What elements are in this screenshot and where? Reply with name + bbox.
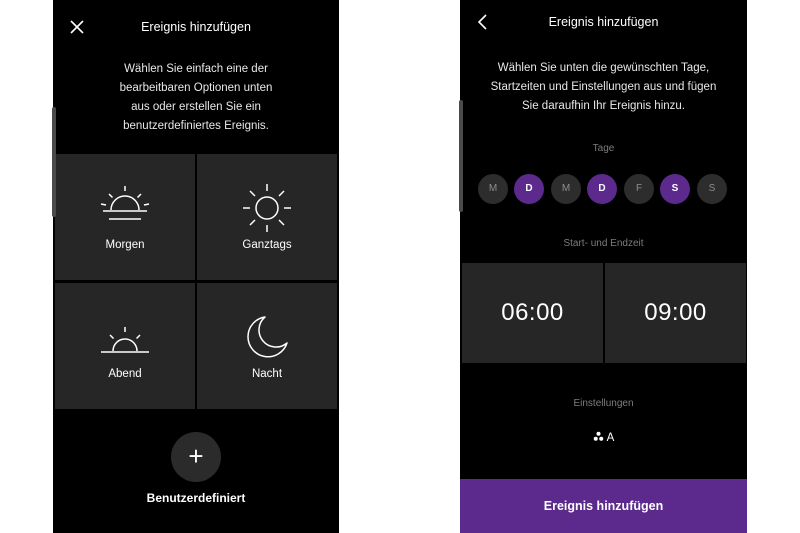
right-screen: Ereignis hinzufügen Wählen Sie unten die… — [460, 0, 747, 533]
fan-setting-value: A — [606, 432, 615, 444]
tile-label: Ganztags — [242, 239, 292, 251]
start-time-value: 06:00 — [501, 299, 564, 326]
moon-icon — [247, 316, 288, 358]
tile-label: Morgen — [105, 239, 145, 251]
plus-icon: + — [188, 441, 204, 471]
scroll-handle — [52, 107, 56, 217]
tile-label: Nacht — [251, 368, 283, 380]
intro-line: Wählen Sie einfach eine der — [124, 63, 268, 75]
intro-line: Wählen Sie unten die gewünschten Tage, — [497, 62, 710, 74]
intro-text: Wählen Sie unten die gewünschten Tage, S… — [460, 59, 747, 116]
days-label: Tage — [592, 143, 615, 154]
day-toggle-mon[interactable]: M — [478, 174, 508, 204]
intro-line: benutzerdefiniertes Ereignis. — [123, 120, 269, 132]
end-time-picker[interactable]: 09:00 — [605, 263, 746, 363]
intro-line: Sie daraufhin Ihr Ereignis hinzu. — [521, 100, 685, 112]
time-section-label: Start- und Endzeit — [563, 238, 644, 249]
tile-abend[interactable]: Abend — [55, 283, 195, 409]
day-toggle-tue[interactable]: D — [514, 174, 544, 204]
add-event-button-label: Ereignis hinzufügen — [543, 499, 664, 513]
intro-line: Startzeiten und Einstellungen aus und fü… — [490, 81, 717, 93]
add-custom-button[interactable]: + — [171, 432, 221, 482]
day-toggle-sun[interactable]: S — [697, 174, 727, 204]
page-title: Ereignis hinzufügen — [141, 20, 251, 34]
fan-setting[interactable]: A — [460, 431, 747, 444]
intro-text: Wählen Sie einfach eine der bearbeitbare… — [53, 60, 339, 136]
tile-morgen[interactable]: Morgen — [55, 154, 195, 280]
day-toggle-wed[interactable]: M — [551, 174, 581, 204]
start-time-picker[interactable]: 06:00 — [462, 263, 603, 363]
tile-ganztags[interactable]: Ganztags — [197, 154, 337, 280]
day-toggle-thu[interactable]: D — [587, 174, 617, 204]
intro-line: bearbeitbaren Optionen unten — [119, 82, 273, 94]
day-toggle-sat[interactable]: S — [660, 174, 690, 204]
sun-icon — [243, 184, 291, 232]
tile-nacht[interactable]: Nacht — [197, 283, 337, 409]
add-event-button[interactable]: Ereignis hinzufügen — [460, 479, 747, 533]
custom-event-label[interactable]: Benutzerdefiniert — [53, 491, 339, 505]
sunrise-icon — [100, 186, 150, 220]
day-toggle-fri[interactable]: F — [624, 174, 654, 204]
page-title: Ereignis hinzufügen — [548, 15, 659, 29]
intro-line: aus oder erstellen Sie ein — [131, 101, 261, 113]
left-screen: Ereignis hinzufügen Wählen Sie einfach e… — [53, 0, 339, 533]
end-time-value: 09:00 — [644, 299, 707, 326]
fan-icon — [593, 431, 603, 441]
tile-label: Abend — [108, 368, 142, 380]
sunset-icon — [101, 327, 149, 353]
settings-label: Einstellungen — [573, 398, 634, 409]
scroll-handle — [459, 100, 463, 212]
